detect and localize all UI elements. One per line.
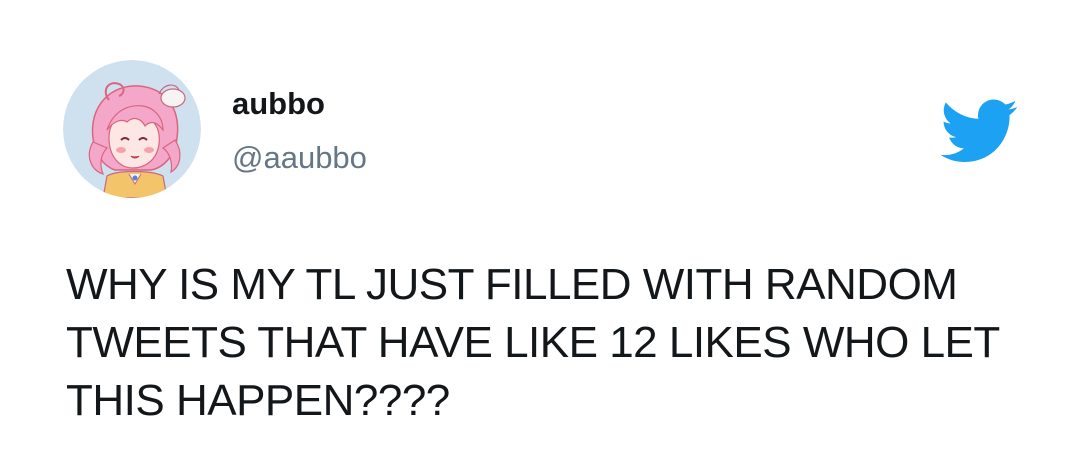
anime-character-avatar-icon (63, 60, 201, 198)
avatar[interactable] (63, 60, 201, 198)
tweet-text: WHY IS MY TL JUST FILLED WITH RANDOM TWE… (66, 256, 1026, 430)
tweet-text-line: WHY IS MY TL JUST FILLED WITH RANDOM (66, 260, 958, 309)
tweet-card: aubbo @aaubbo WHY IS MY TL JUST FILLED W… (0, 0, 1080, 463)
user-handle[interactable]: @aaubbo (232, 140, 367, 176)
tweet-text-line: THIS HAPPEN???? (66, 376, 450, 425)
twitter-bird-icon (937, 97, 1019, 163)
display-name[interactable]: aubbo (232, 86, 325, 122)
tweet-text-line: TWEETS THAT HAVE LIKE 12 LIKES WHO LET (66, 318, 1000, 367)
